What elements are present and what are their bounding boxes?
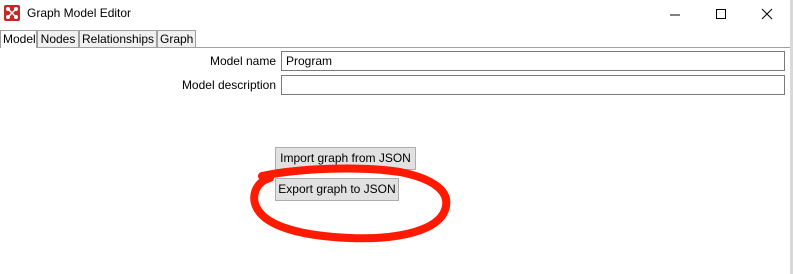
title-bar[interactable]: Graph Model Editor <box>0 0 790 28</box>
close-button[interactable] <box>744 0 790 28</box>
maximize-button[interactable] <box>698 0 744 28</box>
maximize-icon <box>716 9 726 19</box>
tab-graph[interactable]: Graph <box>157 30 196 47</box>
export-graph-button[interactable]: Export graph to JSON <box>275 178 399 201</box>
tab-nodes[interactable]: Nodes <box>37 30 79 47</box>
tab-model[interactable]: Model <box>0 30 37 48</box>
tab-strip: Model Nodes Relationships Graph <box>0 30 790 48</box>
minimize-icon <box>670 14 680 16</box>
model-description-label: Model description <box>181 78 276 92</box>
model-name-field[interactable]: Program <box>281 51 785 71</box>
tab-relationships[interactable]: Relationships <box>79 30 157 47</box>
import-graph-button[interactable]: Import graph from JSON <box>275 147 416 170</box>
minimize-button[interactable] <box>652 0 698 28</box>
model-description-field[interactable] <box>281 75 785 95</box>
close-icon <box>761 8 773 20</box>
tab-divider <box>0 47 790 48</box>
app-window: Graph Model Editor Model Nodes Relations… <box>0 0 793 274</box>
graph-app-icon <box>4 5 20 21</box>
model-name-label: Model name <box>209 54 276 68</box>
window-title: Graph Model Editor <box>27 6 132 20</box>
